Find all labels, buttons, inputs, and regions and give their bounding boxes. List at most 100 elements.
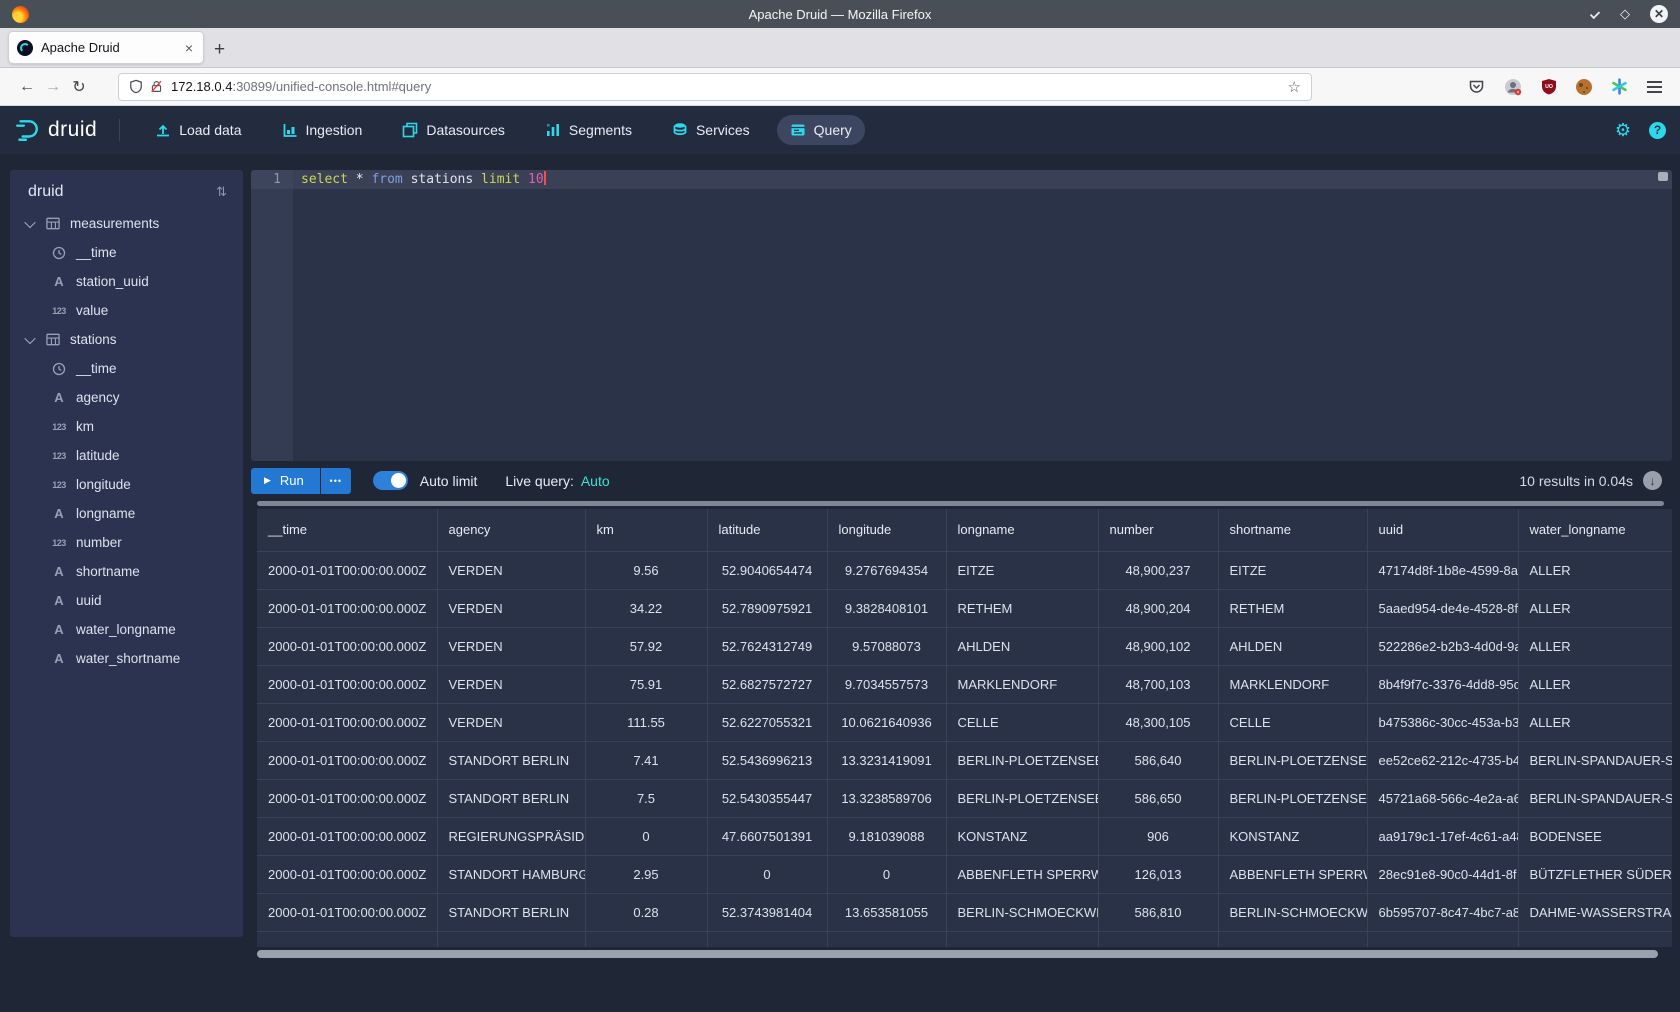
tree-column-item[interactable]: 123longitude (10, 470, 243, 499)
table-cell[interactable]: 9.57088073 (827, 627, 946, 665)
table-cell[interactable]: 48,900,102 (1098, 627, 1218, 665)
table-cell[interactable]: REGIERUNGSPRÄSIDIUM (437, 817, 585, 855)
ublock-shield-icon[interactable]: UO (1541, 78, 1557, 95)
table-cell[interactable]: 47.6607501391 (707, 817, 827, 855)
table-cell[interactable]: 126,013 (1098, 855, 1218, 893)
table-cell[interactable]: VERDEN (437, 703, 585, 741)
results-scrollbar-bottom[interactable] (257, 950, 1658, 958)
help-icon[interactable]: ? (1649, 122, 1666, 139)
table-cell[interactable]: STANDORT HAMBURG (437, 855, 585, 893)
insecure-lock-icon[interactable] (150, 79, 163, 94)
table-cell[interactable]: ALLER (1518, 703, 1672, 741)
table-cell[interactable]: EITZE (946, 551, 1098, 589)
table-cell[interactable]: 52.7624312749 (707, 627, 827, 665)
reload-button[interactable]: ↻ (66, 77, 92, 97)
table-cell[interactable]: 111.55 (585, 703, 707, 741)
table-cell[interactable]: b475386c-30cc-453a-b3 (1367, 703, 1518, 741)
table-cell[interactable]: 2000-01-01T00:00:00.000Z (257, 855, 437, 893)
table-cell[interactable]: VERDEN (437, 627, 585, 665)
nav-load-data[interactable]: Load data (142, 115, 254, 145)
table-cell[interactable]: BERLIN-SCHMOECKWITZ (946, 893, 1098, 931)
table-cell[interactable]: AHLDEN (946, 627, 1098, 665)
download-icon[interactable]: ↓ (1643, 471, 1662, 490)
table-cell[interactable]: 57.92 (585, 627, 707, 665)
table-cell[interactable]: 48,900,204 (1098, 589, 1218, 627)
editor-scrollbar[interactable] (1658, 172, 1668, 181)
table-cell[interactable]: BERLIN-SCHMOECKWIT (1218, 893, 1367, 931)
table-cell[interactable]: MARKLENDORF (946, 665, 1098, 703)
bookmark-star-icon[interactable]: ☆ (1288, 78, 1301, 96)
nav-ingestion[interactable]: Ingestion (269, 115, 376, 145)
table-cell[interactable]: 2000-01-01T00:00:00.000Z (257, 741, 437, 779)
table-cell[interactable]: BODENSEE (1518, 817, 1672, 855)
column-header[interactable]: longitude (827, 509, 946, 551)
table-cell[interactable]: 2000-01-01T00:00:00.000Z (257, 779, 437, 817)
tree-column-item[interactable]: Auuid (10, 586, 243, 615)
table-cell[interactable]: 52.5436996213 (707, 741, 827, 779)
tree-column-item[interactable]: __time (10, 238, 243, 267)
table-cell[interactable]: 6b595707-8c47-4bc7-a8 (1367, 893, 1518, 931)
table-cell[interactable]: 8b4f9f7c-3376-4dd8-95c (1367, 665, 1518, 703)
table-cell[interactable]: 9.56 (585, 551, 707, 589)
column-header[interactable]: longname (946, 509, 1098, 551)
tree-column-item[interactable]: Astation_uuid (10, 267, 243, 296)
table-cell[interactable]: 2000-01-01T00:00:00.000Z (257, 551, 437, 589)
nav-segments[interactable]: Segments (532, 115, 645, 145)
table-cell[interactable]: BERLIN-PLOETZENSEE C (1218, 741, 1367, 779)
table-cell[interactable]: BERLIN-SPANDAUER-S (1518, 779, 1672, 817)
table-cell[interactable]: aa9179c1-17ef-4c61-a48 (1367, 817, 1518, 855)
table-cell[interactable]: KONSTANZ (1218, 817, 1367, 855)
table-cell[interactable]: 5aaed954-de4e-4528-8f (1367, 589, 1518, 627)
table-cell[interactable]: BERLIN-PLOETZENSEE U (1218, 779, 1367, 817)
table-cell[interactable]: 52.9040654474 (707, 551, 827, 589)
cookie-icon[interactable] (1576, 79, 1592, 95)
nav-services[interactable]: Services (659, 115, 763, 145)
table-cell[interactable]: 2000-01-01T00:00:00.000Z (257, 627, 437, 665)
table-cell[interactable]: ALLER (1518, 665, 1672, 703)
table-cell[interactable]: 0.28 (585, 893, 707, 931)
table-cell[interactable]: 2000-01-01T00:00:00.000Z (257, 589, 437, 627)
table-cell[interactable]: 34.22 (585, 589, 707, 627)
table-cell[interactable]: 0 (827, 855, 946, 893)
new-tab-button[interactable]: + (214, 39, 225, 61)
column-header[interactable]: water_longname (1518, 509, 1672, 551)
table-cell[interactable]: STANDORT BERLIN (437, 779, 585, 817)
table-cell[interactable]: STANDORT BERLIN (437, 893, 585, 931)
table-cell[interactable]: EITZE (1218, 551, 1367, 589)
tree-column-item[interactable]: __time (10, 354, 243, 383)
tree-column-item[interactable]: Awater_longname (10, 615, 243, 644)
table-cell[interactable]: STANDORT BERLIN (437, 741, 585, 779)
column-header[interactable]: __time (257, 509, 437, 551)
table-cell[interactable]: 10.0621640936 (827, 703, 946, 741)
table-cell[interactable]: 52.7890975921 (707, 589, 827, 627)
table-cell[interactable]: 2000-01-01T00:00:00.000Z (257, 703, 437, 741)
window-close-button[interactable]: ✕ (1650, 5, 1668, 23)
menu-icon[interactable] (1647, 81, 1662, 93)
table-cell[interactable]: BERLIN-SPANDAUER-S (1518, 741, 1672, 779)
tree-column-item[interactable]: Alongname (10, 499, 243, 528)
tracking-shield-icon[interactable] (129, 79, 143, 94)
table-cell[interactable]: MARKLENDORF (1218, 665, 1367, 703)
nav-query[interactable]: Query (777, 115, 865, 145)
druid-logo[interactable]: druid (14, 117, 97, 143)
column-header[interactable]: number (1098, 509, 1218, 551)
table-cell[interactable]: 9.181039088 (827, 817, 946, 855)
table-cell[interactable]: ALLER (1518, 551, 1672, 589)
sql-line[interactable]: select * from stations limit 10 (293, 170, 1672, 189)
sql-editor[interactable]: select * from stations limit 10 1 (251, 170, 1672, 461)
table-cell[interactable]: 7.41 (585, 741, 707, 779)
table-cell[interactable]: 48,900,237 (1098, 551, 1218, 589)
url-text[interactable]: 172.18.0.4:30899/unified-console.html#qu… (171, 79, 1288, 94)
table-cell[interactable]: CELLE (1218, 703, 1367, 741)
table-cell[interactable]: 7.5 (585, 779, 707, 817)
table-cell[interactable]: ALLER (1518, 589, 1672, 627)
table-cell[interactable]: RETHEM (946, 589, 1098, 627)
table-cell[interactable]: BÜTZFLETHER SÜDERE (1518, 855, 1672, 893)
table-cell[interactable]: BERLIN-PLOETZENSEE C (946, 741, 1098, 779)
settings-gear-icon[interactable]: ⚙ (1615, 120, 1631, 141)
browser-tab[interactable]: Apache Druid × (8, 31, 204, 64)
column-header[interactable]: latitude (707, 509, 827, 551)
table-cell[interactable]: ee52ce62-212c-4735-b4 (1367, 741, 1518, 779)
auto-limit-toggle[interactable] (373, 471, 408, 490)
tree-column-item[interactable]: 123value (10, 296, 243, 325)
